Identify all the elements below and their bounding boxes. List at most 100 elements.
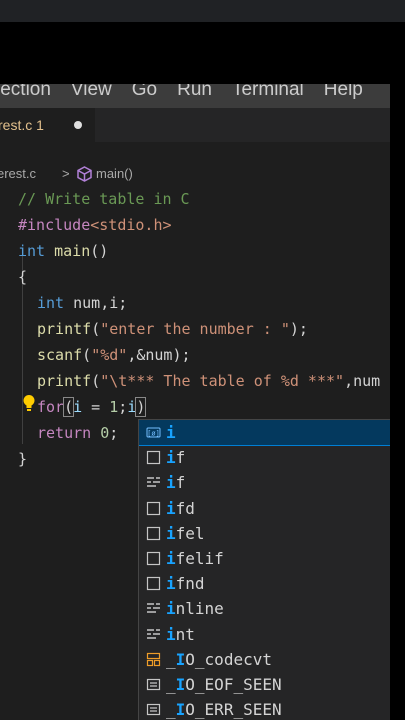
string-literal: "\t*** The table of %d ***" (100, 372, 345, 390)
vscode-window: lection View Go Run Terminal Help rest.c 1 er… (0, 84, 390, 720)
menu-help[interactable]: Help (324, 84, 363, 102)
menu-run[interactable]: Run (177, 84, 212, 102)
code-line-7: scanf("%d",&num); (37, 343, 191, 367)
suggestion-rest: nline (175, 599, 224, 619)
suggestion-item[interactable]: _IO_EOF_SEEN (139, 672, 390, 697)
suggestion-match: I (175, 649, 186, 669)
suggestion-rest: fd (175, 498, 195, 518)
suggestion-item[interactable]: [ø] i (139, 420, 390, 447)
suggestion-item[interactable]: ifel (139, 521, 390, 546)
return-keyword: return (37, 424, 92, 442)
method-cube-icon (77, 166, 92, 182)
function-call: printf (37, 372, 92, 390)
function-call: scanf (37, 346, 83, 364)
loop-variable: i (73, 398, 83, 416)
close-brace: } (18, 450, 28, 468)
suggestion-item[interactable]: if (139, 445, 390, 470)
suggestion-item[interactable]: _IO_ERR_SEEN (139, 697, 390, 720)
unsaved-dot-icon[interactable] (74, 121, 82, 129)
for-keyword: for (37, 398, 65, 416)
declaration: num,i; (73, 294, 128, 312)
tab-editor-file[interactable]: rest.c 1 (0, 108, 95, 142)
menu-selection[interactable]: lection (0, 84, 51, 102)
open-paren: ( (82, 346, 92, 364)
snippet-icon (146, 501, 161, 515)
keyword-icon (147, 603, 160, 614)
suggestion-match: I (175, 700, 186, 720)
suggestion-rest: fel (175, 523, 205, 543)
struct-icon (146, 652, 161, 666)
string-literal: "%d" (91, 346, 128, 364)
suggestion-match: i (166, 448, 176, 468)
menu-go[interactable]: Go (132, 84, 157, 102)
open-paren: ( (91, 320, 101, 338)
suggestion-rest: f (175, 473, 186, 493)
suggestion-item[interactable]: ifelif (139, 546, 390, 571)
type-keyword: int (18, 242, 46, 260)
suggestion-rest: f (175, 448, 186, 468)
open-paren: ( (63, 397, 75, 417)
suggestion-match: i (166, 599, 176, 619)
open-paren: ( (91, 372, 101, 390)
args: ,&num); (127, 346, 191, 364)
suggestion-item[interactable]: inline (139, 596, 390, 621)
code-line-11: } (18, 447, 27, 471)
breadcrumb-separator: > (62, 166, 70, 181)
constant-icon (146, 703, 161, 716)
suggestion-item[interactable]: int (139, 622, 390, 647)
code-line-9: for(i = 1;i) (37, 395, 147, 419)
snippet-icon (146, 551, 161, 566)
suggestion-match: i (166, 624, 176, 644)
suggestion-widget[interactable]: [ø] i if if ifd ifel ifelif ifnd inline … (138, 419, 390, 720)
close-paren: ) (135, 397, 147, 417)
suggestion-rest: O_codecvt (185, 649, 272, 669)
code-line-4: { (18, 265, 27, 289)
suggestion-match: I (175, 674, 186, 694)
code-line-2: #include<stdio.h> (18, 213, 172, 237)
menu-view[interactable]: View (71, 84, 112, 102)
suggestion-rest: fnd (175, 574, 205, 594)
snippet-icon (146, 526, 161, 540)
suggestion-item[interactable]: ifd (139, 496, 390, 521)
string-literal: "enter the number : " (100, 320, 290, 338)
menu-terminal[interactable]: Terminal (232, 84, 304, 102)
breadcrumb-symbol[interactable]: main() (96, 164, 133, 184)
tab-label: rest.c 1 (0, 117, 44, 133)
suggestion-item[interactable]: if (139, 470, 390, 495)
include-keyword: #include (18, 216, 91, 234)
type-keyword: int (37, 294, 65, 312)
suggestion-prefix: _ (166, 649, 176, 669)
suggestion-item[interactable]: _IO_codecvt (139, 647, 390, 672)
suggestion-rest: O_EOF_SEEN (185, 674, 282, 694)
code-line-6: printf("enter the number : "); (37, 317, 308, 341)
variable-icon: [ø] (146, 427, 161, 438)
suggestion-match: i (166, 574, 176, 594)
lightbulb-icon[interactable] (22, 394, 36, 412)
keyword-icon (147, 628, 160, 639)
code-line-1: // Write table in C (18, 187, 190, 211)
number-literal: 1 (109, 398, 119, 416)
suggestion-rest: felif (175, 548, 224, 568)
snippet-icon (146, 577, 161, 591)
loop-variable: i (127, 398, 137, 416)
args: ,num (344, 372, 381, 390)
close-paren: ); (289, 320, 308, 338)
parens: () (90, 242, 109, 260)
code-line-3: int main() (18, 239, 108, 263)
svg-text:[ø]: [ø] (147, 430, 160, 438)
assign: = (82, 398, 110, 416)
snippet-icon (146, 451, 161, 465)
comment: // Write table in C (18, 190, 190, 208)
suggestion-match: i (166, 473, 176, 493)
number-literal: 0 (100, 424, 110, 442)
suggestion-prefix: _ (166, 674, 176, 694)
menu-bar: lection View Go Run Terminal Help (0, 84, 390, 108)
keyword-icon (147, 477, 160, 488)
open-brace: { (18, 268, 28, 286)
suggestion-rest: nt (175, 624, 195, 644)
breadcrumb-file[interactable]: erest.c (0, 164, 36, 184)
semicolon: ; (118, 398, 128, 416)
suggestion-item[interactable]: ifnd (139, 571, 390, 596)
code-line-8: printf("\t*** The table of %d ***",num (37, 369, 380, 393)
function-name: main (54, 242, 91, 260)
